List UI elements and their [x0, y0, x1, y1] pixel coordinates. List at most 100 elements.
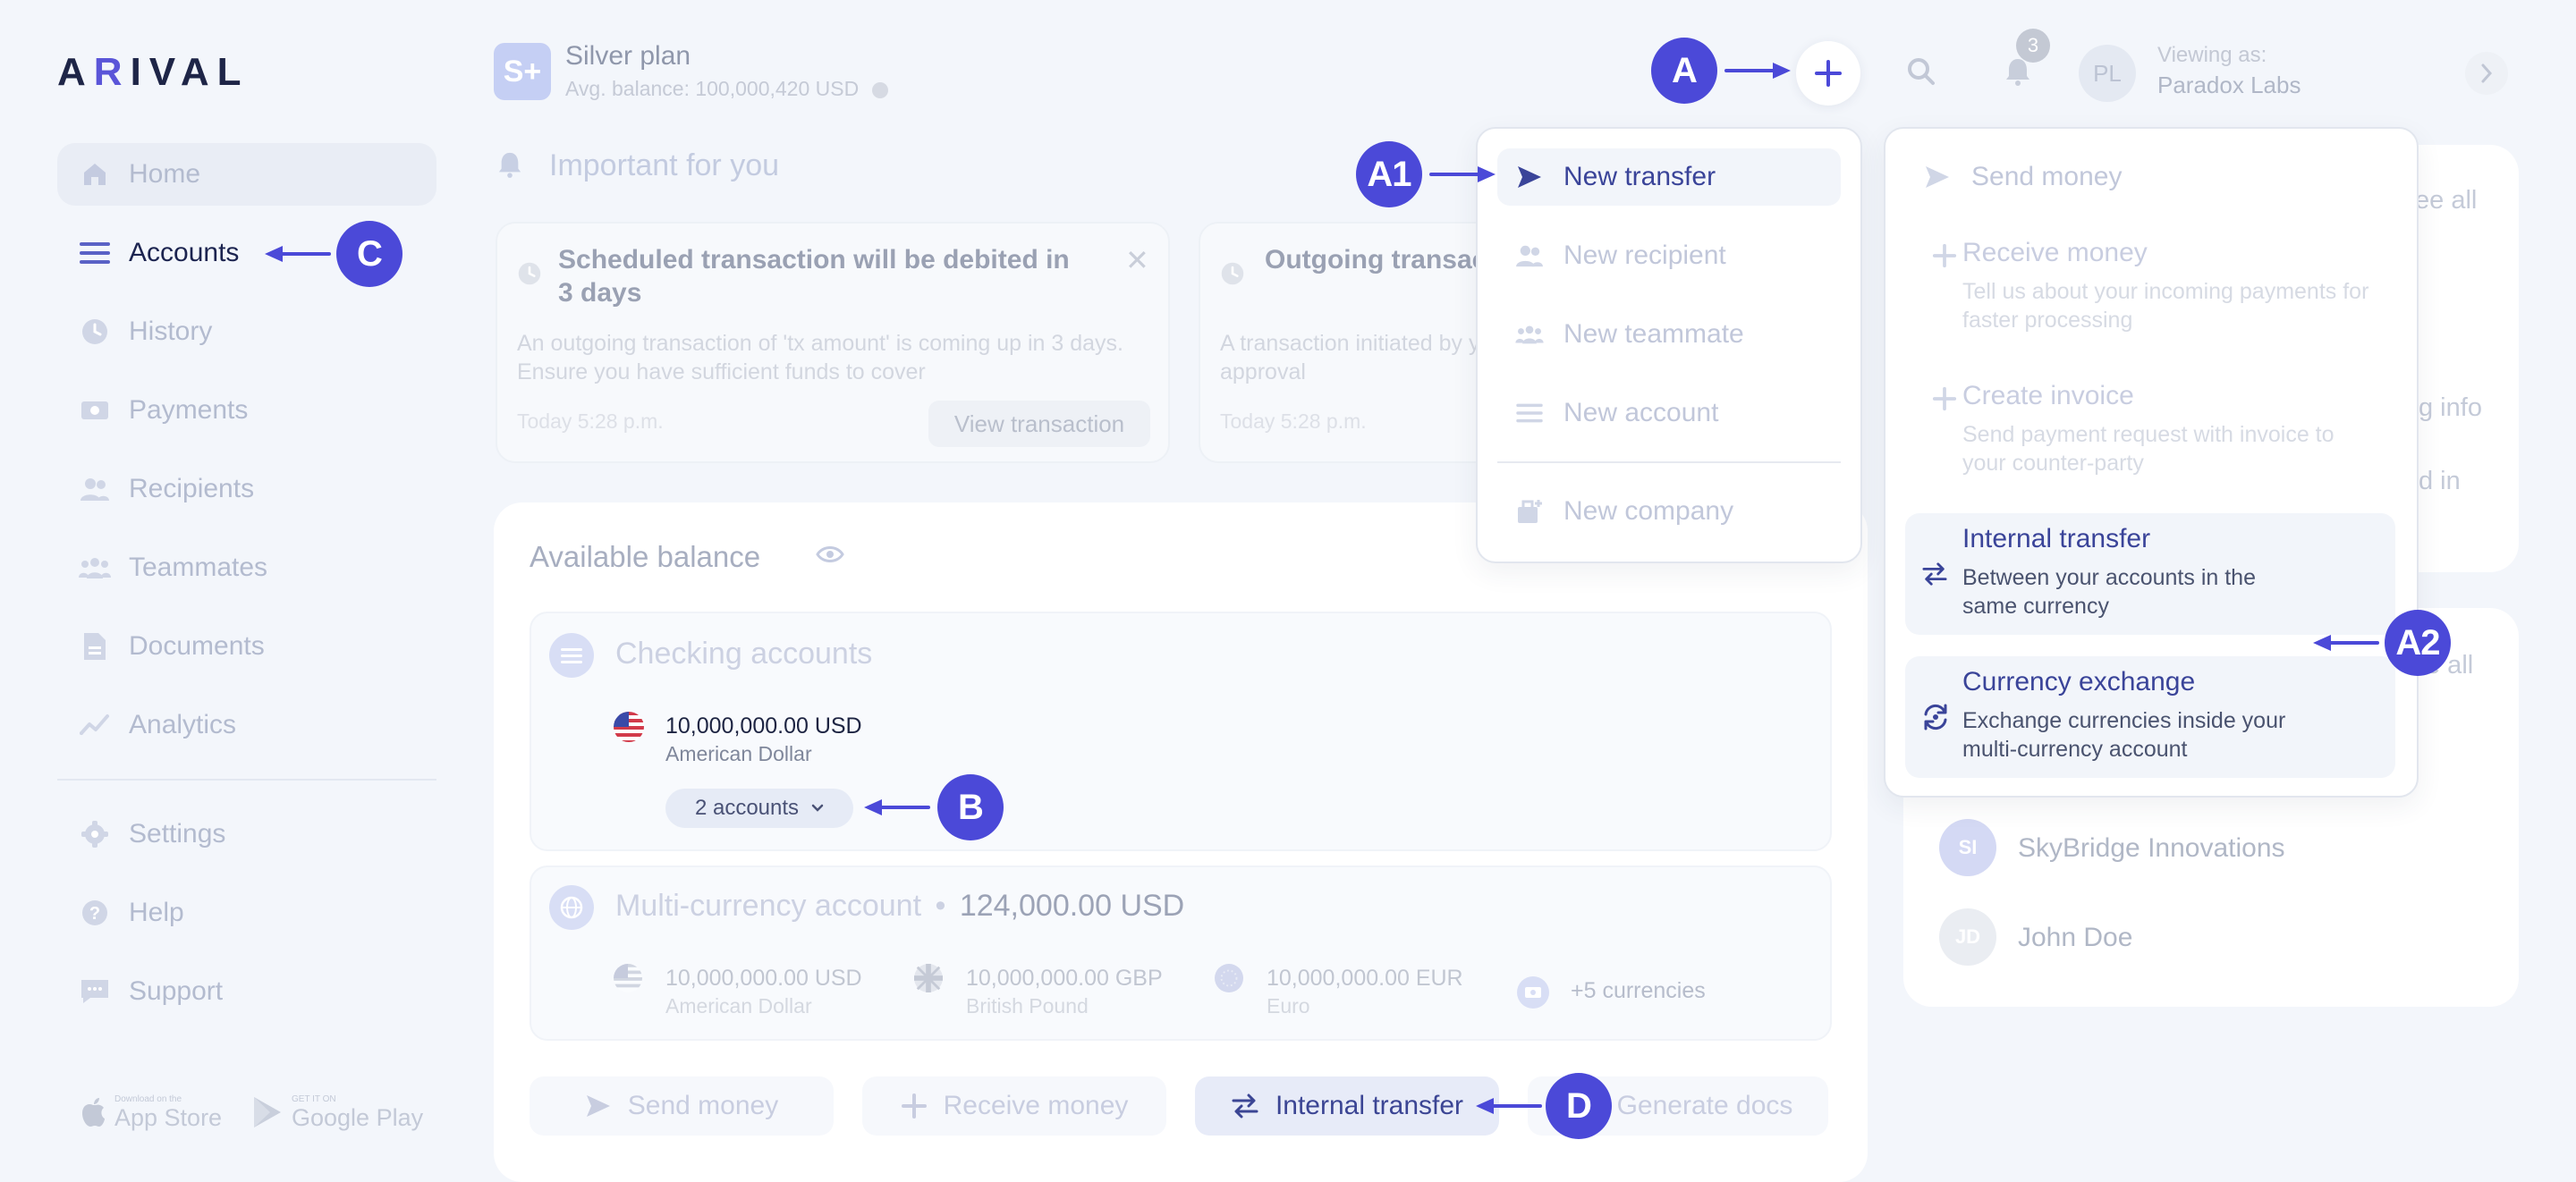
sidebar-item-label: Documents	[129, 631, 265, 661]
menu-item-description: Tell us about your incoming payments for…	[1962, 279, 2369, 333]
contact-name[interactable]: John Doe	[2018, 923, 2132, 953]
sidebar-item-recipients[interactable]: Recipients	[57, 458, 436, 520]
important-title: Important for you	[549, 148, 780, 182]
accounts-icon	[79, 237, 111, 269]
multi-currency-title: Multi-currency account • 124,000.00 USD	[615, 889, 1184, 924]
menu-item-new-company[interactable]: New company	[1497, 483, 1841, 540]
account-switch-button[interactable]	[2465, 52, 2508, 95]
plus-icon	[1932, 386, 1957, 411]
available-balance-title: Available balance	[530, 540, 761, 573]
search-button[interactable]	[1903, 54, 1939, 89]
accounts-count-pill[interactable]: 2 accounts	[665, 789, 853, 828]
truncated-text: g info	[2419, 393, 2482, 422]
svg-text:?: ?	[89, 904, 100, 924]
app-store-text: App Store	[114, 1104, 223, 1131]
company-icon	[1515, 497, 1544, 526]
sidebar-item-analytics[interactable]: Analytics	[57, 694, 436, 756]
help-icon: ?	[79, 897, 111, 929]
notice-title: Scheduled transaction will be debited in…	[558, 245, 1070, 308]
plan-name: Silver plan	[565, 41, 691, 71]
checking-currency-name: American Dollar	[665, 742, 812, 765]
menu-item-title: Receive money	[1962, 238, 2148, 267]
close-icon[interactable]: ✕	[1125, 243, 1149, 277]
app-store-badge[interactable]: Download on the App Store	[80, 1094, 222, 1130]
more-currencies-label[interactable]: +5 currencies	[1571, 978, 1706, 1004]
sidebar-item-label: Payments	[129, 395, 249, 425]
receive-money-button[interactable]: Receive money	[862, 1076, 1166, 1136]
sidebar-item-help[interactable]: ? Help	[57, 882, 436, 944]
sidebar-item-home[interactable]: Home	[57, 143, 436, 206]
plan-balance-text: Avg. balance: 100,000,420 USD	[565, 77, 860, 100]
eu-flag-icon	[1215, 964, 1243, 992]
uk-flag-icon	[914, 964, 943, 992]
arrow-icon	[1429, 166, 1496, 182]
marker-a: A	[1651, 38, 1717, 104]
sidebar-item-settings[interactable]: Settings	[57, 803, 436, 865]
account-icon	[1515, 399, 1544, 427]
notice-body: An outgoing transaction of 'tx amount' i…	[517, 331, 1123, 384]
recipients-icon	[79, 473, 111, 505]
notification-count-badge: 3	[2016, 29, 2050, 63]
arival-logo: ARIVAL	[57, 50, 250, 94]
sidebar-item-history[interactable]: History	[57, 300, 436, 363]
sidebar-item-teammates[interactable]: Teammates	[57, 536, 436, 599]
menu-item-currency-exchange[interactable]: Currency exchange Exchange currencies in…	[1905, 656, 2395, 778]
search-icon	[1907, 57, 1936, 86]
multi-currency-total: 124,000.00 USD	[959, 889, 1185, 923]
truncated-text: d in	[2419, 467, 2461, 495]
google-play-badge[interactable]: GET IT ON Google Play	[252, 1094, 423, 1130]
generate-docs-label: Generate docs	[1616, 1091, 1793, 1120]
menu-divider	[1497, 461, 1841, 463]
avatar[interactable]: PL	[2079, 45, 2136, 102]
accounts-count-label: 2 accounts	[694, 796, 800, 820]
menu-item-label: New transfer	[1563, 162, 1716, 191]
menu-item-create-invoice[interactable]: Create invoice Send payment request with…	[1905, 370, 2395, 492]
gear-icon	[79, 818, 111, 850]
menu-item-new-transfer[interactable]: New transfer	[1497, 148, 1841, 206]
menu-item-label: Send money	[1971, 162, 2123, 191]
arrow-icon	[2313, 635, 2379, 651]
google-play-icon	[252, 1095, 283, 1129]
internal-transfer-label: Internal transfer	[1275, 1091, 1464, 1120]
sidebar-item-label: Accounts	[129, 238, 240, 267]
send-icon	[585, 1093, 612, 1119]
internal-transfer-button[interactable]: Internal transfer	[1195, 1076, 1499, 1136]
menu-item-internal-transfer[interactable]: Internal transfer Between your accounts …	[1905, 513, 2395, 635]
menu-item-receive-money[interactable]: Receive money Tell us about your incomin…	[1905, 227, 2395, 349]
contact-name[interactable]: SkyBridge Innovations	[2018, 833, 2285, 864]
marker-d: D	[1546, 1073, 1612, 1139]
add-new-button[interactable]	[1796, 41, 1860, 106]
send-money-button[interactable]: Send money	[530, 1076, 834, 1136]
menu-item-send-money[interactable]: Send money	[1905, 148, 2395, 206]
viewing-as-value[interactable]: Paradox Labs	[2157, 72, 2301, 99]
receive-money-label: Receive money	[943, 1091, 1129, 1120]
support-icon	[79, 975, 111, 1008]
send-money-label: Send money	[627, 1091, 779, 1120]
info-icon	[871, 81, 888, 98]
accounts-icon	[549, 633, 594, 678]
bell-icon	[497, 150, 522, 179]
sidebar-item-support[interactable]: Support	[57, 960, 436, 1023]
menu-item-new-teammate[interactable]: New teammate	[1497, 306, 1841, 363]
google-play-text: Google Play	[292, 1104, 424, 1131]
home-icon	[79, 158, 111, 190]
view-transaction-button[interactable]: View transaction	[928, 401, 1150, 447]
marker-a1: A1	[1356, 141, 1422, 207]
separator-dot: •	[935, 889, 946, 923]
see-all-link[interactable]: ee all	[2415, 186, 2477, 215]
checking-accounts-title: Checking accounts	[615, 637, 873, 671]
eye-icon[interactable]	[816, 544, 844, 565]
menu-item-new-account[interactable]: New account	[1497, 384, 1841, 442]
sidebar-item-label: Recipients	[129, 474, 255, 503]
sidebar-item-payments[interactable]: Payments	[57, 379, 436, 442]
chevron-down-icon	[811, 804, 824, 813]
sidebar-item-documents[interactable]: Documents	[57, 615, 436, 678]
apple-icon	[80, 1097, 106, 1127]
sidebar-item-label: Support	[129, 976, 224, 1006]
us-flag-icon	[614, 712, 644, 742]
menu-item-new-recipient[interactable]: New recipient	[1497, 227, 1841, 284]
menu-item-label: New teammate	[1563, 319, 1744, 349]
menu-item-label: New recipient	[1563, 241, 1726, 270]
arrow-icon	[864, 799, 930, 815]
history-icon	[79, 316, 111, 348]
